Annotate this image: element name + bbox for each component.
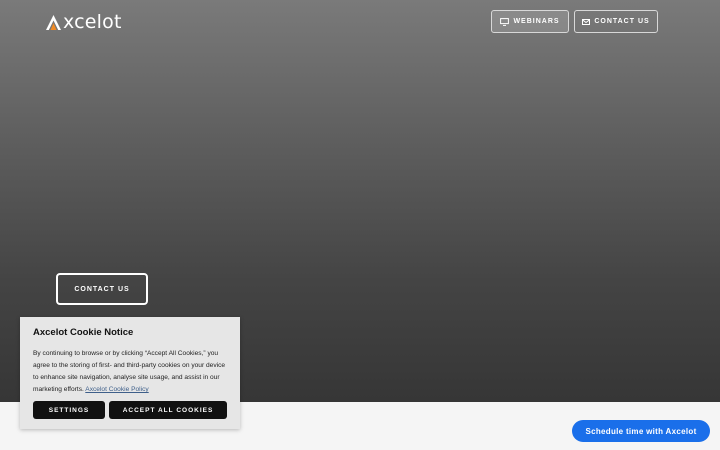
cookie-settings-button[interactable]: SETTINGS [33, 401, 105, 419]
accept-all-cookies-button[interactable]: ACCEPT ALL COOKIES [109, 401, 227, 419]
monitor-icon [500, 17, 510, 26]
accept-all-cookies-label: ACCEPT ALL COOKIES [122, 406, 214, 414]
cookie-notice: Axcelot Cookie Notice By continuing to b… [20, 317, 240, 429]
webinars-label: WEBINARS [513, 18, 560, 25]
webinars-button[interactable]: WEBINARS [491, 10, 569, 33]
schedule-time-chat-button[interactable]: Schedule time with Axcelot [572, 420, 710, 442]
cookie-settings-label: SETTINGS [48, 406, 90, 414]
hero-contact-us-button[interactable]: CONTACT US [56, 273, 148, 305]
axcelot-logo[interactable]: xcelot [45, 10, 122, 34]
cookie-actions: SETTINGS ACCEPT ALL COOKIES [33, 401, 227, 419]
mail-icon [582, 18, 591, 25]
cookie-notice-body: By continuing to browse or by clicking “… [33, 348, 227, 396]
logo-text: xcelot [63, 11, 122, 33]
hero-contact-us-label: CONTACT US [74, 285, 130, 293]
contact-us-nav-label: CONTACT US [594, 18, 650, 25]
cookie-notice-title: Axcelot Cookie Notice [33, 327, 134, 338]
schedule-time-label: Schedule time with Axcelot [585, 426, 697, 436]
logo-a-mark-icon [46, 14, 61, 30]
cookie-policy-link[interactable]: Axcelot Cookie Policy [85, 386, 148, 393]
contact-us-nav-button[interactable]: CONTACT US [574, 10, 658, 33]
